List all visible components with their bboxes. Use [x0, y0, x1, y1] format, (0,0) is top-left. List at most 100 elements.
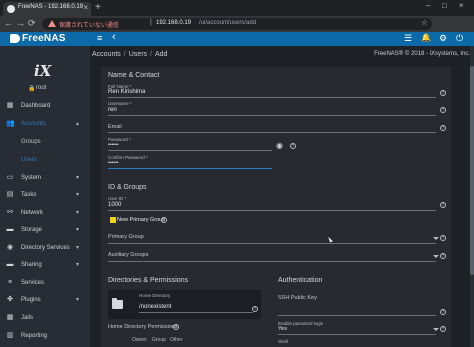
auxiliary-groups-select[interactable]: Auxiliary Groups	[108, 252, 148, 258]
jail-icon: ▦	[6, 314, 14, 321]
home-directory-input[interactable]: /nonexistent	[139, 304, 171, 310]
help-icon[interactable]: ?	[161, 217, 167, 223]
chevron-down-icon: ▾	[76, 297, 80, 303]
help-icon[interactable]: ?	[440, 125, 446, 131]
chevron-down-icon: ▾	[76, 175, 80, 181]
sidebar-item-label: Tasks	[21, 192, 37, 198]
full-name-input[interactable]: Ren Kirishima	[108, 89, 145, 95]
close-tab-icon[interactable]: ×	[83, 3, 88, 12]
bell-icon[interactable]: 🔔	[421, 33, 431, 42]
task-list-icon[interactable]: ☰	[404, 33, 412, 44]
power-icon[interactable]: ⏻	[456, 33, 463, 44]
sidebar-item-groups[interactable]: Groups	[0, 134, 90, 150]
sidebar-item-sharing[interactable]: ▬ Sharing ▾	[0, 257, 90, 273]
screen: FreeNAS - 192.168.0.19 × + – □ × ← → ⟳ 保…	[0, 0, 474, 347]
sidebar-item-label: Plugins	[21, 297, 41, 303]
home-directory-box[interactable]: Home Directory /nonexistent	[108, 290, 261, 319]
password-input[interactable]: ••••••	[108, 142, 119, 148]
sidebar: iX 🔒 root ▦ Dashboard 👥 Accounts ▴ Group…	[0, 46, 90, 347]
current-user: root	[36, 85, 47, 91]
close-window-button[interactable]: ×	[459, 1, 464, 10]
sidebar-item-plugins[interactable]: ✤ Plugins ▾	[0, 292, 90, 308]
primary-group-underline	[108, 243, 436, 244]
puzzle-icon: ✤	[7, 296, 13, 303]
gear-icon[interactable]: ⚙	[439, 33, 447, 44]
help-icon[interactable]: ?	[440, 107, 446, 113]
help-icon[interactable]: ?	[440, 235, 446, 241]
collapse-icon[interactable]: ‹	[112, 31, 116, 43]
sidebar-item-storage[interactable]: ▬ Storage ▾	[0, 222, 90, 238]
primary-group-select[interactable]: Primary Group	[108, 234, 144, 240]
help-icon[interactable]: ?	[440, 202, 446, 208]
breadcrumb-accounts[interactable]: Accounts	[92, 51, 121, 58]
section-id-groups: ID & Groups	[108, 184, 147, 191]
confirm-password-input[interactable]: ••••••	[108, 160, 119, 166]
bookmark-star-icon[interactable]: ☆	[421, 18, 428, 27]
sidebar-item-users[interactable]: Users	[0, 152, 90, 168]
minimize-button[interactable]: –	[426, 1, 430, 10]
perm-group-header: Group	[152, 337, 166, 343]
back-icon[interactable]: ←	[4, 18, 13, 28]
sidebar-item-label: Accounts	[21, 121, 46, 127]
sidebar-item-dashboard[interactable]: ▦ Dashboard	[0, 98, 90, 114]
help-icon[interactable]: ?	[290, 143, 296, 149]
help-icon[interactable]: ?	[440, 309, 446, 315]
sidebar-item-label: Dashboard	[21, 103, 51, 109]
sidebar-item-reporting[interactable]: ▥ Reporting	[0, 328, 90, 344]
username-input[interactable]: ren	[108, 107, 117, 113]
new-tab-button[interactable]: +	[95, 2, 101, 13]
home-directory-label: Home Directory	[139, 293, 171, 298]
freenas-logo-icon	[10, 34, 20, 43]
user-id-label: User ID *	[108, 196, 127, 201]
sidebar-item-services[interactable]: ≡ Services	[0, 275, 90, 291]
help-icon[interactable]: ?	[173, 324, 179, 330]
auxiliary-groups-underline	[108, 261, 436, 262]
sidebar-item-label: Directory Services	[21, 245, 70, 251]
sidebar-item-label: Reporting	[21, 333, 48, 339]
chevron-up-icon: ▴	[76, 121, 80, 127]
tab-title: FreeNAS - 192.168.0.19	[18, 4, 84, 10]
maximize-button[interactable]: □	[442, 1, 447, 10]
reload-icon[interactable]: ⟳	[28, 18, 36, 29]
folder-icon[interactable]	[112, 298, 123, 309]
ssh-public-key-underline[interactable]	[278, 315, 436, 316]
help-icon[interactable]: ?	[440, 253, 446, 259]
calendar-icon: ▤	[6, 191, 14, 198]
sidebar-item-directory-services[interactable]: ◉ Directory Services ▾	[0, 240, 90, 256]
address-bar[interactable]: 保護されていない通信 | 192.168.0.19 /ui/account/us…	[42, 18, 432, 30]
favicon-icon	[7, 5, 15, 13]
enable-password-login-select[interactable]: Yes	[278, 326, 287, 332]
app-topbar: FreeNAS ≡ ‹ ☰ 🔔 ⚙ ⏻	[0, 31, 474, 46]
help-icon[interactable]: ?	[440, 326, 446, 332]
scrollbar-thumb[interactable]	[470, 66, 474, 275]
help-icon[interactable]: ?	[252, 306, 258, 312]
sidebar-item-network[interactable]: ⚯ Network ▾	[0, 205, 90, 221]
chart-icon: ▥	[6, 332, 14, 339]
eye-icon[interactable]: ◉	[276, 141, 283, 150]
storage-icon: ▬	[6, 226, 14, 233]
new-primary-group-checkbox[interactable]	[110, 217, 116, 223]
lock-icon: 🔒	[28, 86, 36, 92]
enable-password-login-underline	[278, 334, 436, 335]
user-id-input[interactable]: 1000	[108, 202, 121, 208]
sidebar-item-system[interactable]: ▭ System ▾	[0, 170, 90, 186]
section-directories-permissions: Directories & Permissions	[108, 277, 189, 284]
email-label: Email	[108, 124, 122, 130]
breadcrumb-users[interactable]: Users	[129, 51, 147, 58]
menu-toggle-icon[interactable]: ≡	[97, 33, 102, 43]
ix-logo: iX	[34, 62, 52, 80]
help-icon[interactable]: ?	[440, 90, 446, 96]
url-separator: |	[150, 19, 152, 26]
sidebar-item-tasks[interactable]: ▤ Tasks ▾	[0, 187, 90, 203]
sidebar-item-label: Storage	[21, 227, 43, 233]
not-secure-label: 保護されていない通信	[59, 23, 119, 29]
app-logo: FreeNAS	[22, 33, 66, 44]
sidebar-item-accounts[interactable]: 👥 Accounts ▴	[0, 116, 90, 132]
dashboard-icon: ▦	[6, 102, 14, 109]
sidebar-item-label: Groups	[21, 139, 41, 145]
network-icon: ⚯	[7, 209, 13, 216]
chevron-down-icon	[433, 237, 439, 240]
browser-tab[interactable]: FreeNAS - 192.168.0.19 ×	[3, 2, 91, 16]
sidebar-item-jails[interactable]: ▦ Jails	[0, 310, 90, 326]
forward-icon[interactable]: →	[16, 18, 25, 28]
